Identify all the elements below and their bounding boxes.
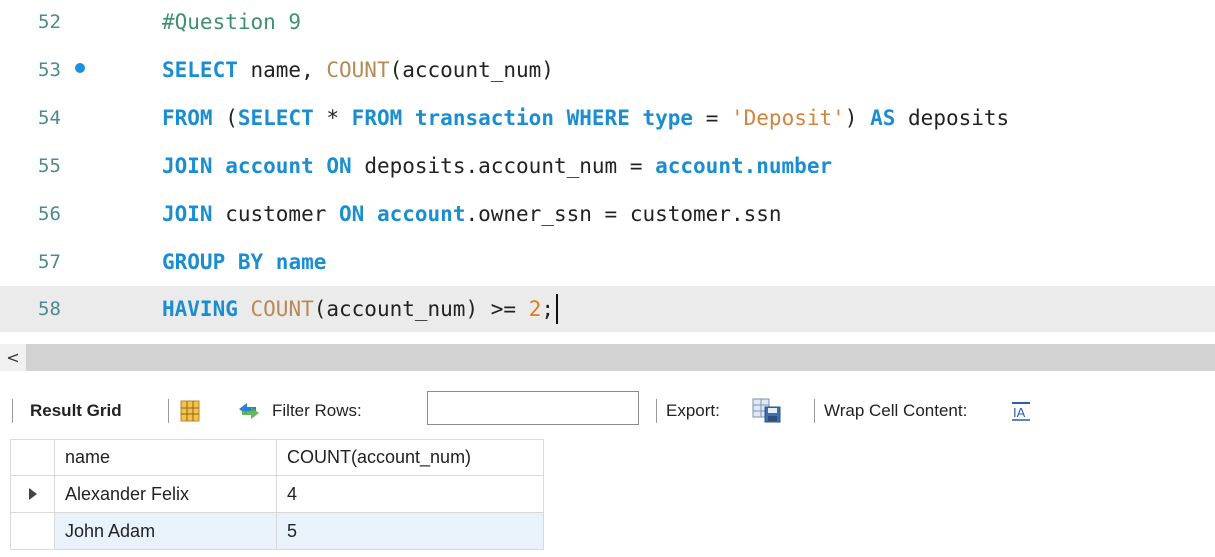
row-indicator[interactable] xyxy=(10,476,55,513)
table-row[interactable]: Alexander Felix 4 xyxy=(10,476,544,513)
code-token: name, xyxy=(237,58,327,82)
code-token: HAVING xyxy=(162,297,238,321)
code-token: SELECT xyxy=(237,106,314,130)
sql-editor[interactable]: 52 #Question 9 53 SELECT name, COUNT (acc… xyxy=(0,0,1215,344)
editor-line-57[interactable]: 57 GROUP BY name xyxy=(0,242,1215,282)
text-cursor xyxy=(556,294,558,324)
grid-view-icon[interactable] xyxy=(180,386,200,436)
row-indicator[interactable] xyxy=(10,513,55,550)
code-token: ON xyxy=(339,202,365,226)
result-grid-tab[interactable]: Result Grid xyxy=(30,386,122,436)
code-token: #Question 9 xyxy=(162,10,302,34)
code-token: transaction xyxy=(402,106,567,130)
code-token: type xyxy=(629,106,694,130)
cell-count[interactable]: 5 xyxy=(277,513,544,550)
toolbar-separator xyxy=(12,399,13,423)
code-token: deposits xyxy=(895,106,1010,130)
code-token: JOIN xyxy=(162,154,213,178)
editor-line-58-current[interactable]: 58 HAVING COUNT (account_num) >= 2; xyxy=(0,286,1215,332)
breakpoint-dot-icon[interactable] xyxy=(74,63,85,73)
code-token: .owner_ssn = customer.ssn xyxy=(465,202,782,226)
code-line: SELECT name, COUNT (account_num) xyxy=(162,50,554,90)
code-token: ON xyxy=(326,154,352,178)
filter-rows-label: Filter Rows: xyxy=(272,401,362,420)
line-number: 55 xyxy=(38,155,61,177)
line-number: 56 xyxy=(38,203,61,225)
code-token: GROUP BY xyxy=(162,250,264,274)
cell-count[interactable]: 4 xyxy=(277,476,544,513)
horizontal-scrollbar[interactable]: < xyxy=(0,344,1215,371)
code-line: #Question 9 xyxy=(162,2,301,42)
toolbar-separator xyxy=(656,399,657,423)
scroll-left-arrow-icon[interactable]: < xyxy=(0,344,26,371)
export-icon[interactable] xyxy=(752,386,782,436)
code-token: WHERE xyxy=(566,106,630,130)
svg-text:IA: IA xyxy=(1013,405,1026,420)
line-number: 52 xyxy=(38,11,61,33)
editor-line-53[interactable]: 53 SELECT name, COUNT (account_num) xyxy=(0,50,1215,90)
code-token: FROM xyxy=(162,106,213,130)
code-token: account xyxy=(212,154,327,178)
editor-line-56[interactable]: 56 JOIN customer ON account .owner_ssn = … xyxy=(0,194,1215,234)
editor-line-55[interactable]: 55 JOIN account ON deposits.account_num … xyxy=(0,146,1215,186)
line-number: 53 xyxy=(38,59,61,81)
code-token: (account_num) xyxy=(313,297,491,321)
code-token: AS xyxy=(870,106,896,130)
toolbar-separator xyxy=(168,399,169,423)
line-number: 54 xyxy=(38,107,61,129)
editor-line-54[interactable]: 54 FROM (SELECT * FROM transaction WHERE… xyxy=(0,98,1215,138)
code-token: * xyxy=(313,106,352,130)
result-toolbar: Result Grid Filter Rows: Export: Wrap Ce… xyxy=(0,386,1215,436)
current-row-arrow-icon xyxy=(28,488,37,500)
code-token: (account_num) xyxy=(389,58,554,82)
column-header-count[interactable]: COUNT(account_num) xyxy=(277,439,544,476)
code-line: JOIN account ON deposits.account_num = a… xyxy=(162,146,832,186)
code-token: 'Deposit' xyxy=(731,106,845,130)
editor-line-52[interactable]: 52 #Question 9 xyxy=(0,2,1215,42)
cell-name[interactable]: John Adam xyxy=(55,513,277,550)
code-line: HAVING COUNT (account_num) >= 2; xyxy=(162,286,558,332)
code-token: ; xyxy=(541,297,554,321)
code-line: JOIN customer ON account .owner_ssn = cus… xyxy=(162,194,782,234)
code-token: = xyxy=(693,106,731,130)
code-token: COUNT xyxy=(326,58,390,82)
code-line: FROM (SELECT * FROM transaction WHERE ty… xyxy=(162,98,1009,138)
code-token: ( xyxy=(212,106,238,130)
export-label: Export: xyxy=(666,401,720,420)
code-token: COUNT xyxy=(250,297,314,321)
code-token: ) xyxy=(844,106,871,130)
row-indicator-header xyxy=(10,439,55,476)
code-token: customer xyxy=(212,202,340,226)
line-number: 57 xyxy=(38,251,61,273)
wrap-cell-content-label: Wrap Cell Content: xyxy=(824,401,968,420)
result-grid[interactable]: name COUNT(account_num) Alexander Felix … xyxy=(10,439,544,550)
code-token: >= xyxy=(490,297,517,321)
cell-name[interactable]: Alexander Felix xyxy=(55,476,277,513)
wrap-cell-content-icon[interactable]: IA xyxy=(1010,386,1032,436)
code-token: FROM xyxy=(351,106,403,130)
refresh-icon[interactable] xyxy=(236,386,262,436)
column-header-name[interactable]: name xyxy=(55,439,277,476)
code-token: name xyxy=(263,250,327,274)
table-row[interactable]: John Adam 5 xyxy=(10,513,544,550)
code-token: 2 xyxy=(516,297,542,321)
line-number: 58 xyxy=(38,298,61,320)
toolbar-separator xyxy=(814,399,815,423)
code-line: GROUP BY name xyxy=(162,242,326,282)
code-token: account xyxy=(364,202,466,226)
code-token: deposits.account_num = xyxy=(351,154,656,178)
line-number-with-breakpoint[interactable]: 53 xyxy=(38,50,128,90)
code-token: JOIN xyxy=(162,202,213,226)
code-token: SELECT xyxy=(162,58,238,82)
code-token: account.number xyxy=(655,154,833,178)
grid-header-row: name COUNT(account_num) xyxy=(10,439,544,476)
filter-rows-input[interactable] xyxy=(427,391,639,425)
